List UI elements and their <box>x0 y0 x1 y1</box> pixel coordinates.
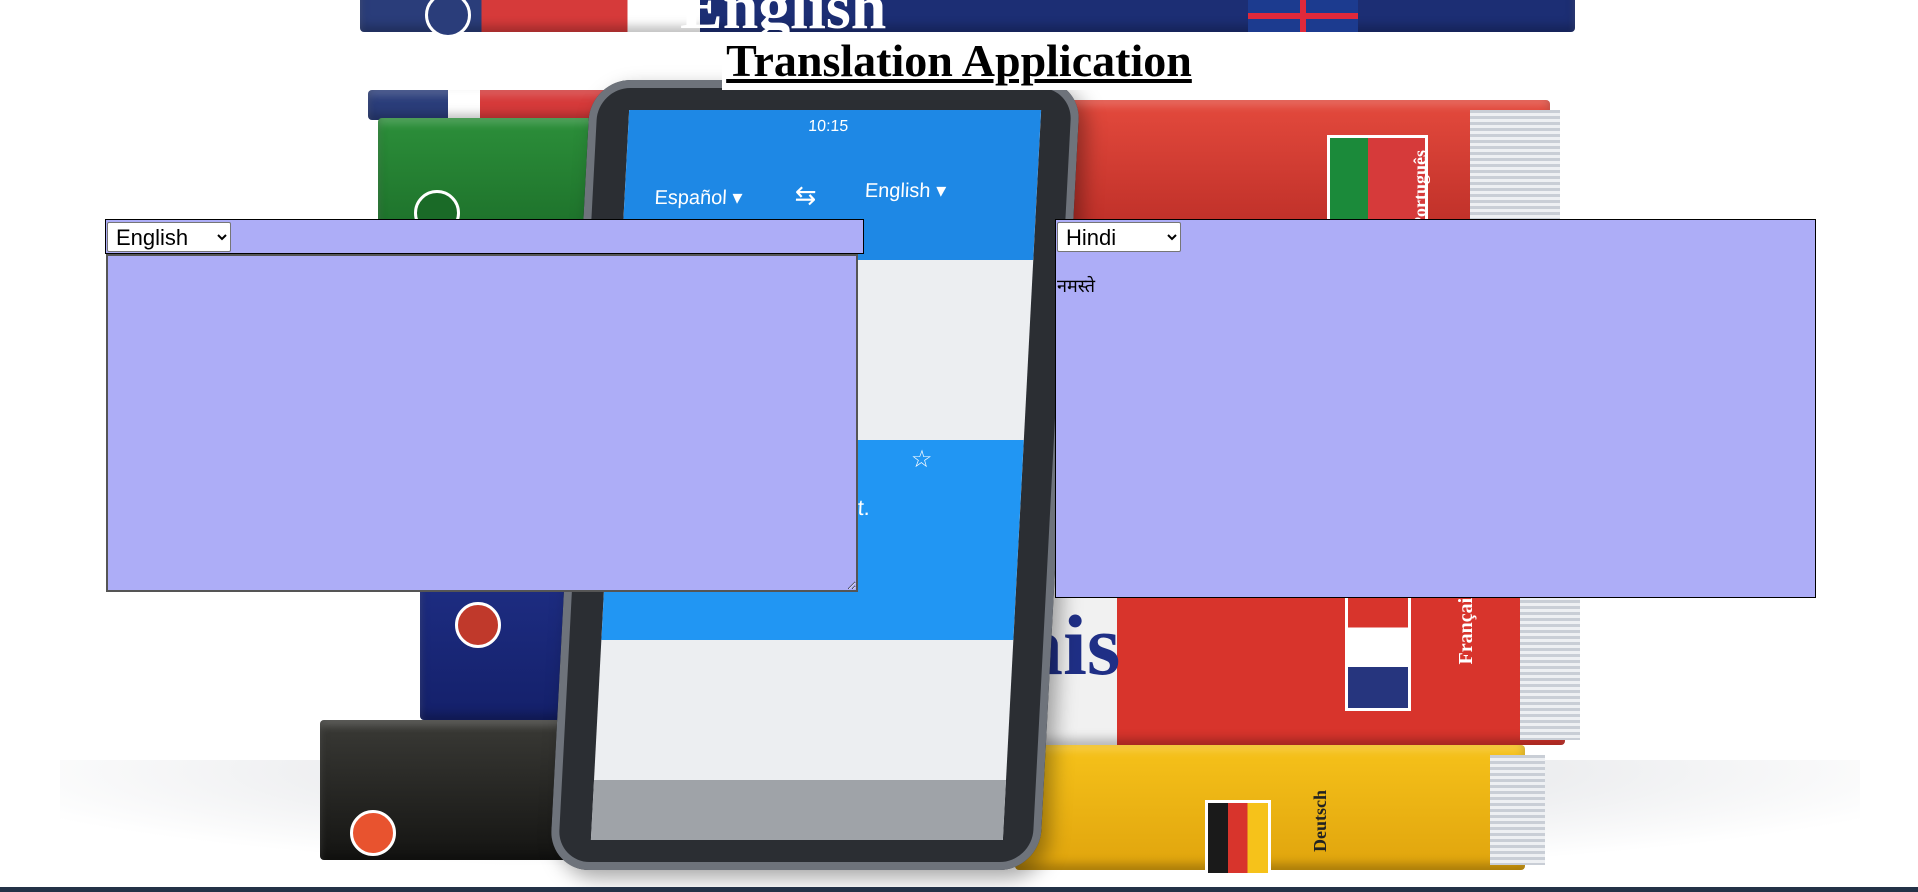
book-emblem-black <box>350 810 396 856</box>
source-toolbar: English <box>105 219 864 254</box>
swap-icon: ⇆ <box>793 180 818 210</box>
france-flag-icon <box>1345 585 1411 711</box>
source-text-input[interactable] <box>106 254 858 592</box>
book-french-label: Français <box>1455 590 1477 665</box>
page-title: Translation Application <box>722 32 1196 90</box>
phone-status-time: 10:15 <box>807 118 849 135</box>
source-panel: English <box>105 219 864 596</box>
book-emblem-blue <box>455 602 501 648</box>
target-language-select[interactable]: Hindi <box>1057 222 1181 252</box>
phone-nav-bar <box>590 780 1007 840</box>
uk-flag-icon <box>1248 0 1358 32</box>
germany-flag-icon <box>1205 800 1271 876</box>
title-container: Translation Application <box>0 32 1918 90</box>
book-german-label: Deutsch <box>1310 790 1330 852</box>
target-panel: Hindi नमस्ते <box>1055 219 1816 598</box>
phone-lang-to: English ▾ <box>864 180 947 202</box>
book-english-top <box>360 0 1575 32</box>
book-portuguese-label: Português <box>1410 150 1430 228</box>
star-icon: ☆ <box>910 446 934 473</box>
book-pages-right-3 <box>1490 755 1545 865</box>
bottom-bar <box>0 887 1918 892</box>
source-language-select[interactable]: English <box>107 222 231 252</box>
phone-lang-from: Español ▾ <box>653 187 743 209</box>
translated-text-output: नमस्ते <box>1057 276 1096 297</box>
